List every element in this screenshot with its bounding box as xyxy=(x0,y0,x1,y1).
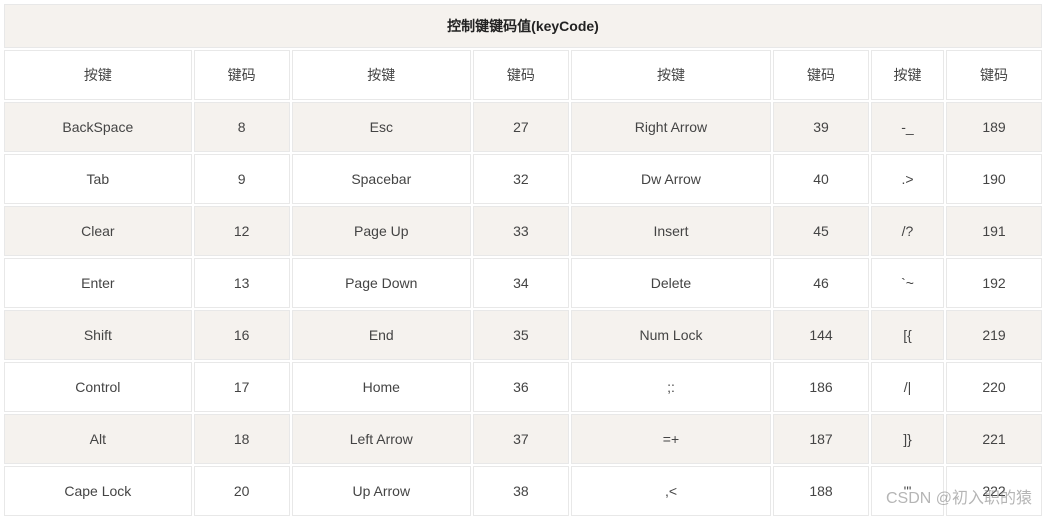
cell-code: 192 xyxy=(946,258,1042,308)
table-header-row: 按键 键码 按键 键码 按键 键码 按键 键码 xyxy=(4,50,1042,100)
header-cell: 键码 xyxy=(194,50,290,100)
header-cell: 按键 xyxy=(571,50,771,100)
cell-key: /? xyxy=(871,206,944,256)
cell-key: -_ xyxy=(871,102,944,152)
cell-key: Left Arrow xyxy=(292,414,471,464)
cell-code: 45 xyxy=(773,206,869,256)
cell-code: 20 xyxy=(194,466,290,516)
cell-code: 17 xyxy=(194,362,290,412)
cell-key: `~ xyxy=(871,258,944,308)
cell-key: Clear xyxy=(4,206,192,256)
table-body: BackSpace 8 Esc 27 Right Arrow 39 -_ 189… xyxy=(4,102,1042,516)
cell-code: 38 xyxy=(473,466,569,516)
cell-code: 189 xyxy=(946,102,1042,152)
cell-code: 27 xyxy=(473,102,569,152)
header-cell: 键码 xyxy=(473,50,569,100)
cell-code: 37 xyxy=(473,414,569,464)
header-cell: 键码 xyxy=(773,50,869,100)
table-row: Alt 18 Left Arrow 37 =+ 187 ]} 221 xyxy=(4,414,1042,464)
cell-code: 32 xyxy=(473,154,569,204)
cell-code: 219 xyxy=(946,310,1042,360)
keycode-table: 控制键键码值(keyCode) 按键 键码 按键 键码 按键 键码 按键 键码 … xyxy=(2,2,1044,518)
cell-key: Tab xyxy=(4,154,192,204)
cell-key: /| xyxy=(871,362,944,412)
cell-code: 39 xyxy=(773,102,869,152)
cell-code: 34 xyxy=(473,258,569,308)
cell-code: 191 xyxy=(946,206,1042,256)
cell-code: 221 xyxy=(946,414,1042,464)
cell-key: ;: xyxy=(571,362,771,412)
table-row: Clear 12 Page Up 33 Insert 45 /? 191 xyxy=(4,206,1042,256)
cell-key: Home xyxy=(292,362,471,412)
cell-code: 222 xyxy=(946,466,1042,516)
table-row: BackSpace 8 Esc 27 Right Arrow 39 -_ 189 xyxy=(4,102,1042,152)
header-cell: 键码 xyxy=(946,50,1042,100)
cell-key: =+ xyxy=(571,414,771,464)
cell-code: 9 xyxy=(194,154,290,204)
cell-code: 186 xyxy=(773,362,869,412)
table-row: Shift 16 End 35 Num Lock 144 [{ 219 xyxy=(4,310,1042,360)
cell-code: 46 xyxy=(773,258,869,308)
table-row: Control 17 Home 36 ;: 186 /| 220 xyxy=(4,362,1042,412)
cell-code: 12 xyxy=(194,206,290,256)
header-cell: 按键 xyxy=(871,50,944,100)
cell-key: ]} xyxy=(871,414,944,464)
header-cell: 按键 xyxy=(4,50,192,100)
cell-code: 8 xyxy=(194,102,290,152)
cell-code: 144 xyxy=(773,310,869,360)
header-cell: 按键 xyxy=(292,50,471,100)
cell-code: 35 xyxy=(473,310,569,360)
cell-key: Enter xyxy=(4,258,192,308)
cell-key: Esc xyxy=(292,102,471,152)
cell-code: 18 xyxy=(194,414,290,464)
cell-key: Spacebar xyxy=(292,154,471,204)
cell-code: 187 xyxy=(773,414,869,464)
cell-key: Shift xyxy=(4,310,192,360)
cell-code: 188 xyxy=(773,466,869,516)
cell-key: [{ xyxy=(871,310,944,360)
cell-key: Cape Lock xyxy=(4,466,192,516)
table-row: Tab 9 Spacebar 32 Dw Arrow 40 .> 190 xyxy=(4,154,1042,204)
cell-key: ,< xyxy=(571,466,771,516)
table-row: Enter 13 Page Down 34 Delete 46 `~ 192 xyxy=(4,258,1042,308)
table-row: Cape Lock 20 Up Arrow 38 ,< 188 '" 222 xyxy=(4,466,1042,516)
cell-key: Num Lock xyxy=(571,310,771,360)
cell-key: Control xyxy=(4,362,192,412)
cell-key: Page Up xyxy=(292,206,471,256)
cell-key: Insert xyxy=(571,206,771,256)
table-title: 控制键键码值(keyCode) xyxy=(4,4,1042,48)
cell-code: 40 xyxy=(773,154,869,204)
cell-key: Dw Arrow xyxy=(571,154,771,204)
cell-key: Page Down xyxy=(292,258,471,308)
cell-code: 220 xyxy=(946,362,1042,412)
cell-key: .> xyxy=(871,154,944,204)
cell-code: 16 xyxy=(194,310,290,360)
cell-key: Right Arrow xyxy=(571,102,771,152)
cell-code: 190 xyxy=(946,154,1042,204)
cell-code: 13 xyxy=(194,258,290,308)
cell-key: BackSpace xyxy=(4,102,192,152)
cell-key: Up Arrow xyxy=(292,466,471,516)
cell-key: Alt xyxy=(4,414,192,464)
cell-key: Delete xyxy=(571,258,771,308)
cell-code: 36 xyxy=(473,362,569,412)
cell-code: 33 xyxy=(473,206,569,256)
cell-key: End xyxy=(292,310,471,360)
cell-key: '" xyxy=(871,466,944,516)
